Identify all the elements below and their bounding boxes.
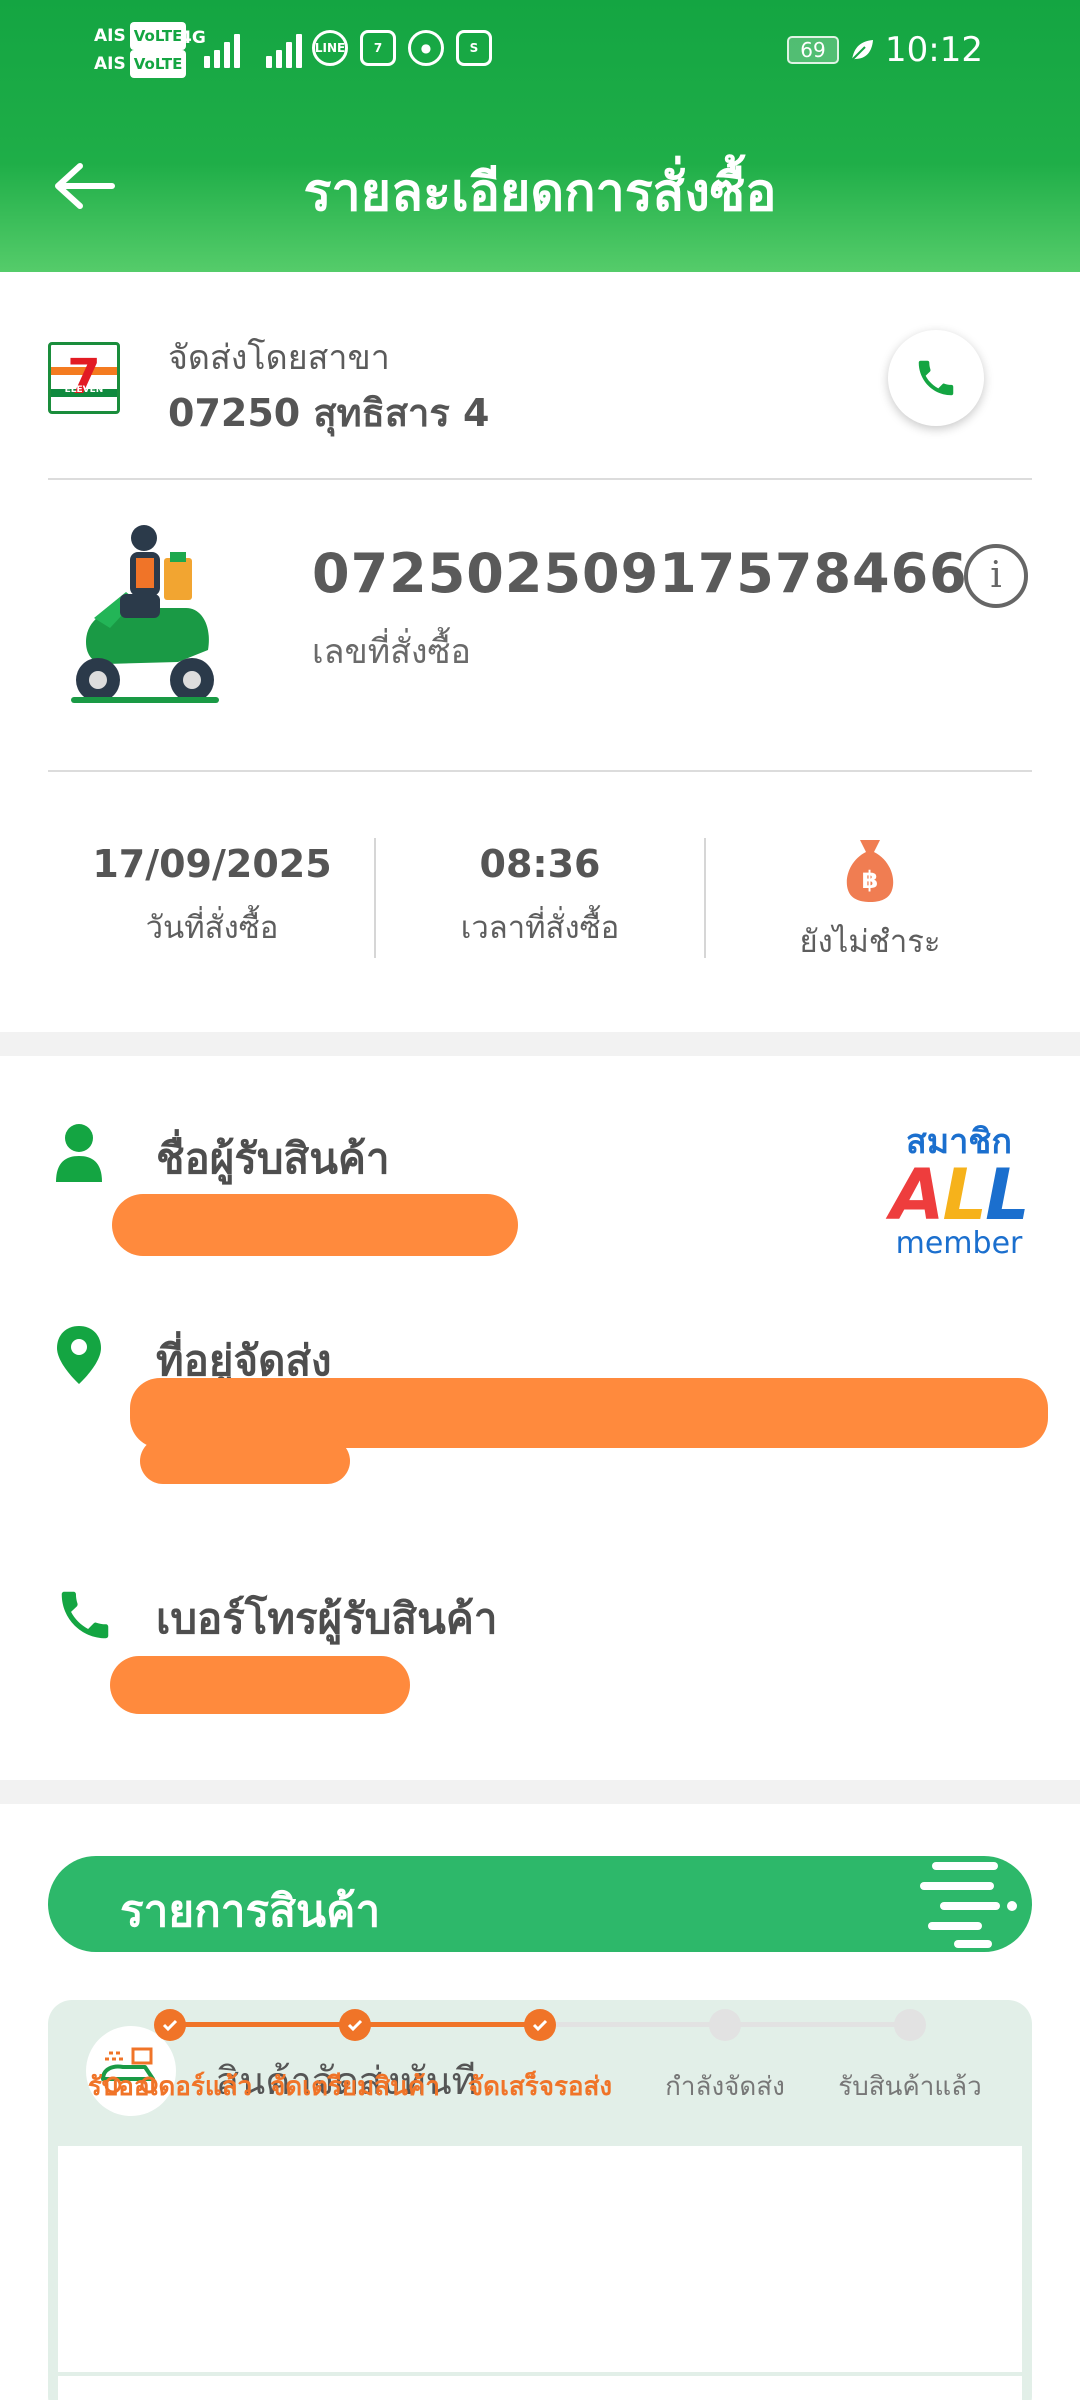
carrier-info: AIS VoLTE AIS VoLTE (94, 22, 187, 78)
network-type: 4G (180, 28, 206, 48)
payment-status-label: ยังไม่ชำระ (799, 924, 941, 960)
clock: 10:12 (885, 30, 983, 70)
divider (58, 2372, 1022, 2376)
carrier-2: AIS (94, 54, 126, 74)
app-header: AIS VoLTE AIS VoLTE 4G LINE 7 ● S 69 10:12… (0, 0, 1080, 272)
leaf-icon (851, 40, 874, 61)
step-dot (709, 2009, 741, 2041)
status-bar: AIS VoLTE AIS VoLTE 4G LINE 7 ● S 69 10:12 (0, 0, 1080, 105)
signal-icon (204, 30, 240, 68)
call-store-button[interactable] (888, 330, 984, 426)
seven-eleven-app-icon: 7 (360, 30, 396, 66)
instant-delivery-box: สินค้าจัดส่งทันที (48, 2000, 1032, 2400)
recipient-card: ชื่อผู้รับสินค้า สมาชิก ALL member ที่อย… (0, 1056, 1080, 1780)
redacted-recipient-name (112, 1194, 518, 1256)
step-label-delivered: รับสินค้าแล้ว (838, 2072, 982, 2102)
redacted-recipient-phone (110, 1656, 410, 1714)
step-label-preparing: จัดเตรียมสินค้า (270, 2072, 440, 2102)
signal-icon (266, 30, 302, 68)
carrier-1: AIS (94, 26, 126, 46)
step-label-order-received: รับออเดอร์แล้ว (87, 2072, 253, 2102)
location-pin-icon (57, 1326, 101, 1384)
items-banner: รายการสินค้า (48, 1856, 1032, 1952)
order-progress-panel (58, 2146, 1022, 2400)
order-date-label: วันที่สั่งซื้อ (145, 910, 279, 946)
step-label-delivering: กำลังจัดส่ง (665, 2072, 785, 2102)
order-time-label: เวลาที่สั่งซื้อ (460, 910, 620, 946)
order-time: 08:36 เวลาที่สั่งซื้อ (375, 842, 705, 952)
all-member-logo: สมาชิก ALL member (890, 1122, 1029, 1261)
order-number: 07250250917578466 (312, 542, 968, 605)
page-title: รายละเอียดการสั่งซื้อ (303, 163, 777, 223)
order-summary-card: 7 ELEVEN จัดส่งโดยสาขา 07250 สุทธิสาร 4 … (0, 272, 1080, 1032)
items-card: รายการสินค้า สินค้าจัดส่งทันที รับออเดอร… (0, 1804, 1080, 2400)
shopee-icon: S (456, 30, 492, 66)
order-time-value: 08:36 (479, 842, 601, 886)
payment-status: ฿ ยังไม่ชำระ (705, 834, 1035, 966)
seven-eleven-logo: 7 ELEVEN (48, 342, 120, 414)
step-dot (339, 2009, 371, 2041)
recipient-name-heading: ชื่อผู้รับสินค้า (156, 1134, 390, 1183)
battery-icon: 69 (787, 36, 840, 64)
person-icon (56, 1124, 102, 1182)
order-date: 17/09/2025 วันที่สั่งซื้อ (47, 842, 377, 952)
step-dot (154, 2009, 186, 2041)
step-dot (894, 2009, 926, 2041)
speed-lines-icon (920, 1862, 1017, 1948)
money-bag-icon: ฿ (846, 840, 894, 902)
maps-icon: ● (408, 30, 444, 66)
notification-icons: LINE 7 ● S (312, 30, 492, 66)
info-icon[interactable]: i (964, 544, 1028, 608)
step-dot (524, 2009, 556, 2041)
order-number-caption: เลขที่สั่งซื้อ (312, 632, 471, 672)
volte-badge: VoLTE (129, 22, 187, 50)
delivery-scooter-illustration (71, 525, 219, 703)
divider (48, 770, 1032, 772)
status-right: 69 10:12 (787, 30, 983, 70)
volte-badge: VoLTE (129, 50, 187, 78)
phone-icon (61, 1591, 109, 1639)
branch-caption: จัดส่งโดยสาขา (168, 338, 390, 378)
items-title: รายการสินค้า (120, 1886, 381, 1937)
recipient-phone-heading: เบอร์โทรผู้รับสินค้า (156, 1594, 498, 1643)
svg-text:฿: ฿ (862, 866, 879, 894)
step-label-ready-to-ship: จัดเสร็จรอส่ง (467, 2072, 613, 2102)
branch-name: 07250 สุทธิสาร 4 (168, 391, 490, 435)
line-icon: LINE (312, 30, 348, 66)
redacted-shipping-address-line (140, 1438, 350, 1484)
order-date-value: 17/09/2025 (92, 842, 332, 886)
phone-icon (918, 360, 954, 396)
divider (48, 478, 1032, 480)
